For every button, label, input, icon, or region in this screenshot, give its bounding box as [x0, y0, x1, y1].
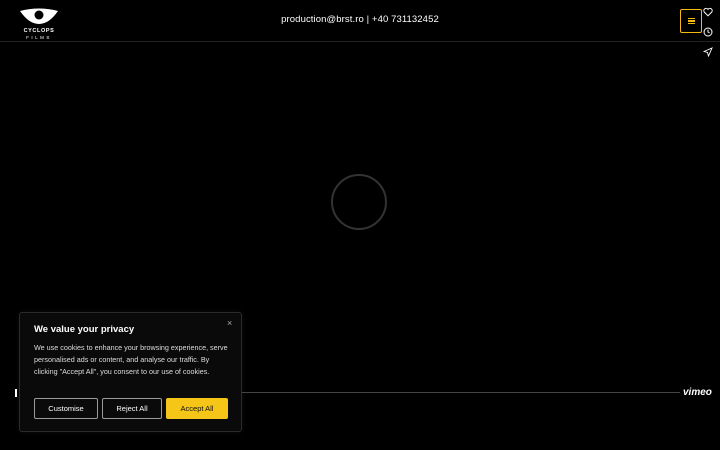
loading-spinner	[331, 174, 387, 230]
cookie-banner-title: We value your privacy	[34, 324, 135, 335]
cookie-consent-banner: × We value your privacy We use cookies t…	[19, 312, 242, 432]
vimeo-logo[interactable]: vimeo	[683, 387, 712, 398]
accept-all-button[interactable]: Accept All	[166, 398, 228, 419]
site-header: CYCLOPS FILMS production@brst.ro | +40 7…	[0, 0, 720, 42]
cookie-banner-text: We use cookies to enhance your browsing …	[34, 343, 228, 376]
contact-info[interactable]: production@brst.ro | +40 731132452	[0, 14, 720, 25]
menu-button[interactable]	[680, 9, 702, 33]
customise-button[interactable]: Customise	[34, 398, 98, 419]
logo-wordmark: CYCLOPS	[23, 28, 55, 34]
watch-later-clock-icon[interactable]	[703, 27, 713, 37]
share-send-icon[interactable]	[703, 47, 713, 57]
logo-subtitle: FILMS	[26, 35, 52, 40]
close-icon[interactable]: ×	[227, 318, 232, 328]
like-heart-icon[interactable]	[703, 7, 713, 17]
hamburger-icon	[687, 18, 695, 24]
reject-all-button[interactable]: Reject All	[102, 398, 162, 419]
